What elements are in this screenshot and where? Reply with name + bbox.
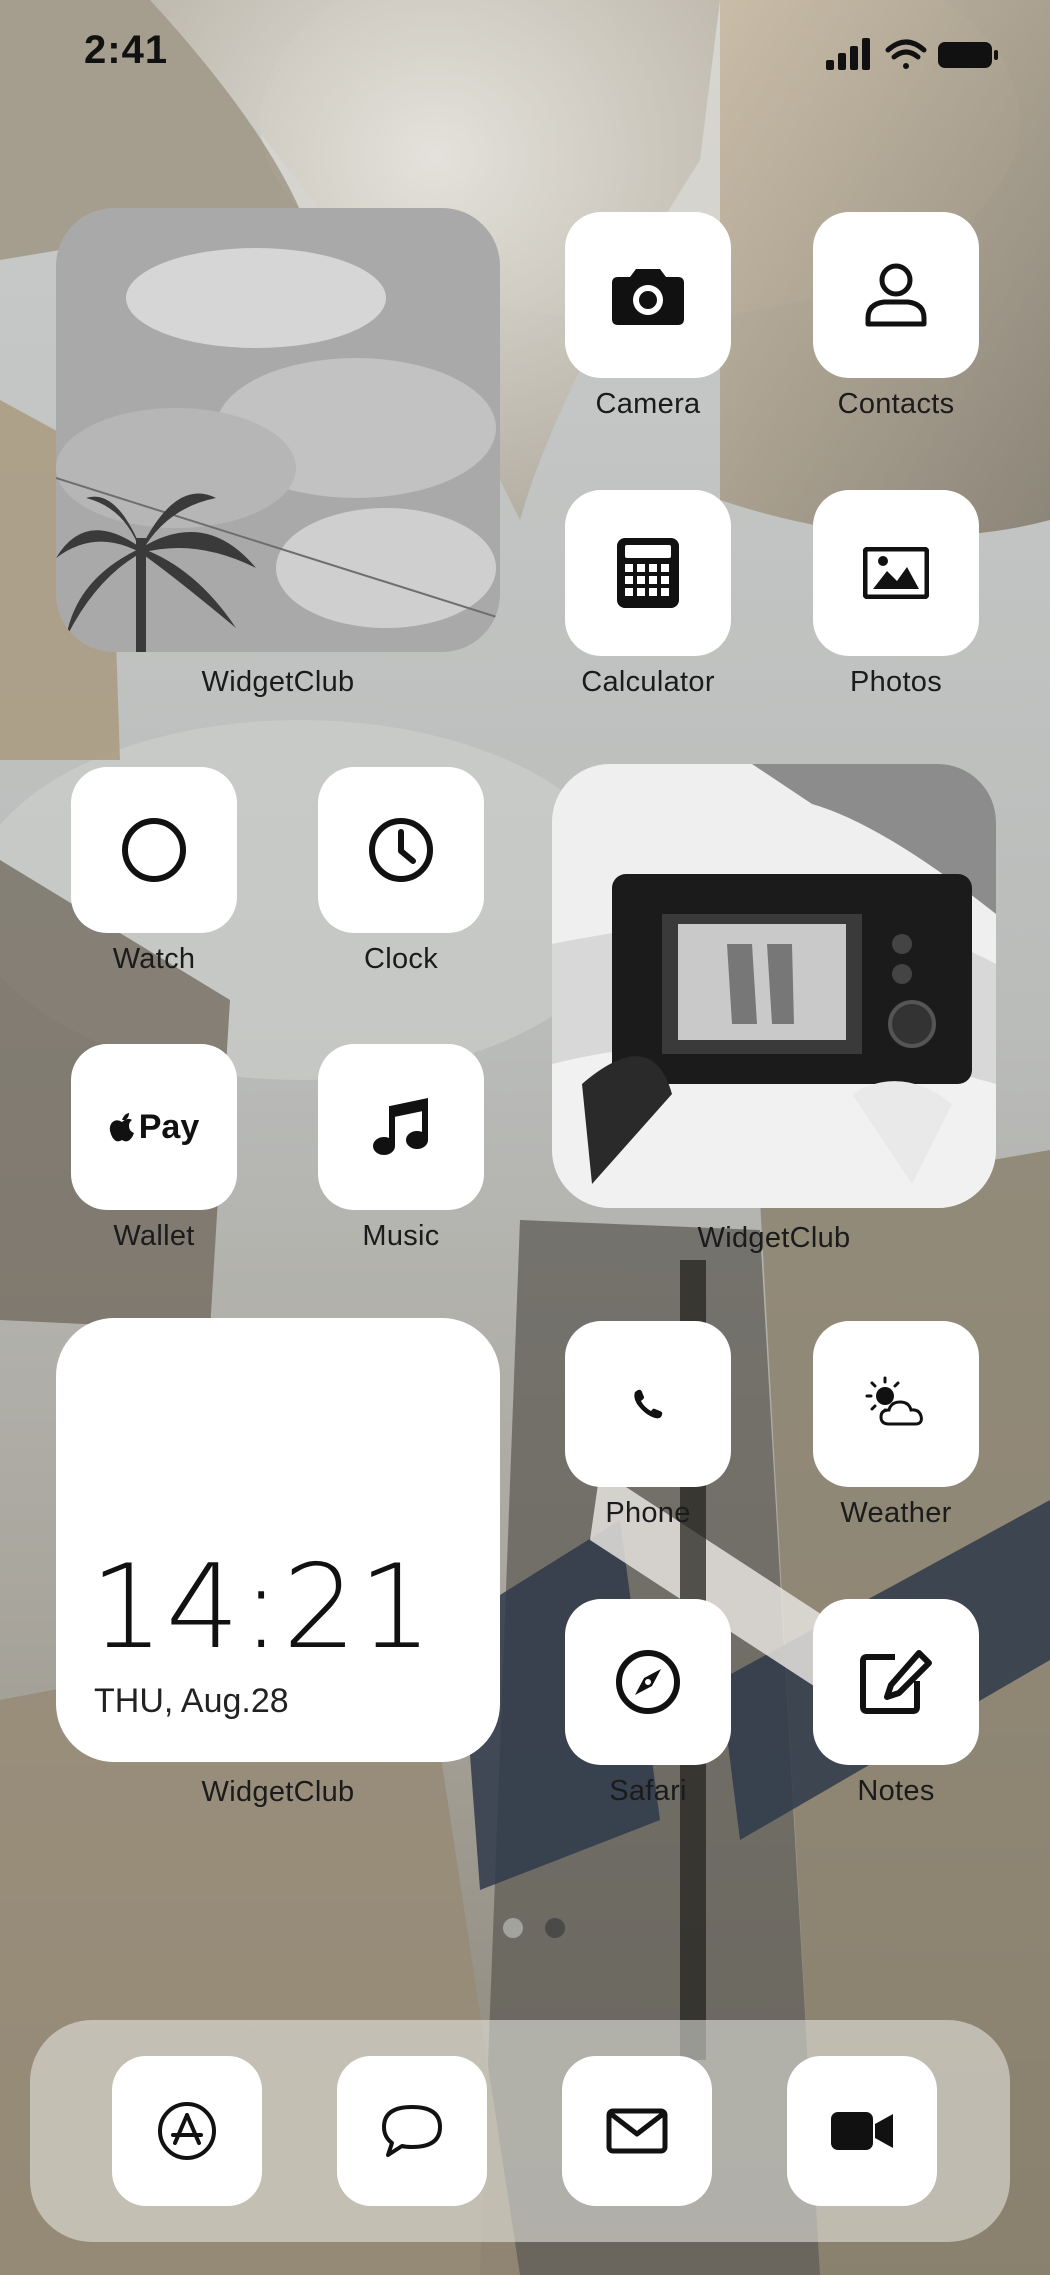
app-phone[interactable]: Phone [563,1321,733,1530]
app-contacts[interactable]: Contacts [811,212,981,421]
camera-icon [612,269,684,325]
sun-cloud-icon [865,1376,923,1426]
wifi-icon [885,39,927,69]
photo-icon [863,547,929,599]
app-tile[interactable] [813,490,979,656]
app-music[interactable]: Music [316,1044,486,1253]
app-label: Music [362,1220,440,1252]
clock-icon [369,818,433,882]
app-tile[interactable] [813,1599,979,1765]
app-tile[interactable] [318,1044,484,1210]
app-label: Photos [849,666,943,698]
app-store-icon [158,2102,216,2160]
person-icon [865,263,927,327]
status-icons [826,34,1006,79]
app-label: Calculator [581,666,715,698]
clock-widget-time: 14:21 [90,1540,435,1675]
pencil-square-icon [860,1650,932,1714]
circle-icon [122,818,186,882]
apple-pay-icon: Pay [109,1107,200,1147]
app-label: Phone [605,1497,691,1529]
app-tile[interactable] [318,767,484,933]
status-time: 2:41 [84,28,169,72]
pay-text: Pay [138,1107,200,1146]
app-label: Weather [840,1497,952,1529]
page-dot[interactable] [503,1918,523,1938]
photo-widget-sky[interactable] [56,208,500,652]
dock-app-store[interactable] [112,2056,262,2206]
app-tile[interactable] [565,1599,731,1765]
apple-logo-icon [109,1113,134,1142]
app-label: Wallet [113,1220,195,1252]
camera-photo [552,764,996,1208]
widget-label: WidgetClub [201,1776,355,1808]
dock [30,2020,1010,2242]
app-calculator[interactable]: Calculator [563,490,733,699]
page-dot-active[interactable] [545,1918,566,1938]
battery-icon [938,42,998,68]
app-label: Watch [112,943,196,975]
app-watch[interactable]: Watch [69,767,239,976]
envelope-icon [606,2108,668,2154]
app-tile[interactable] [565,212,731,378]
photo-widget-camera[interactable] [552,764,996,1208]
app-safari[interactable]: Safari [563,1599,733,1808]
app-photos[interactable]: Photos [811,490,981,699]
app-camera[interactable]: Camera [563,212,733,421]
compass-icon [616,1650,680,1714]
app-tile[interactable] [813,1321,979,1487]
clock-widget[interactable]: 14:21 THU, Aug.28 [56,1318,500,1762]
dock-facetime[interactable] [787,2056,937,2206]
music-note-icon [373,1098,428,1155]
dock-messages[interactable] [337,2056,487,2206]
phone-icon [634,1389,663,1419]
widget-label: WidgetClub [697,1222,851,1254]
app-tile[interactable]: Pay [71,1044,237,1210]
app-tile[interactable] [71,767,237,933]
page-indicator[interactable] [494,1918,574,1943]
app-label: Clock [363,943,438,975]
app-weather[interactable]: Weather [811,1321,981,1530]
app-label: Camera [595,388,701,420]
app-tile[interactable] [565,1321,731,1487]
app-clock[interactable]: Clock [316,767,486,976]
app-wallet[interactable]: Pay Wallet [69,1044,239,1253]
status-bar: 2:41 [0,0,1050,110]
clock-widget-date: THU, Aug.28 [94,1682,289,1720]
widget-label: WidgetClub [201,666,355,698]
app-tile[interactable] [813,212,979,378]
speech-bubble-icon [382,2105,442,2157]
calculator-icon [617,538,679,608]
app-label: Safari [609,1775,687,1807]
app-notes[interactable]: Notes [811,1599,981,1808]
app-tile[interactable] [565,490,731,656]
app-label: Notes [857,1775,935,1807]
dock-mail[interactable] [562,2056,712,2206]
sky-palm-photo [56,208,500,652]
video-camera-icon [831,2112,893,2150]
app-label: Contacts [837,388,955,420]
cellular-signal-icon [826,38,870,70]
